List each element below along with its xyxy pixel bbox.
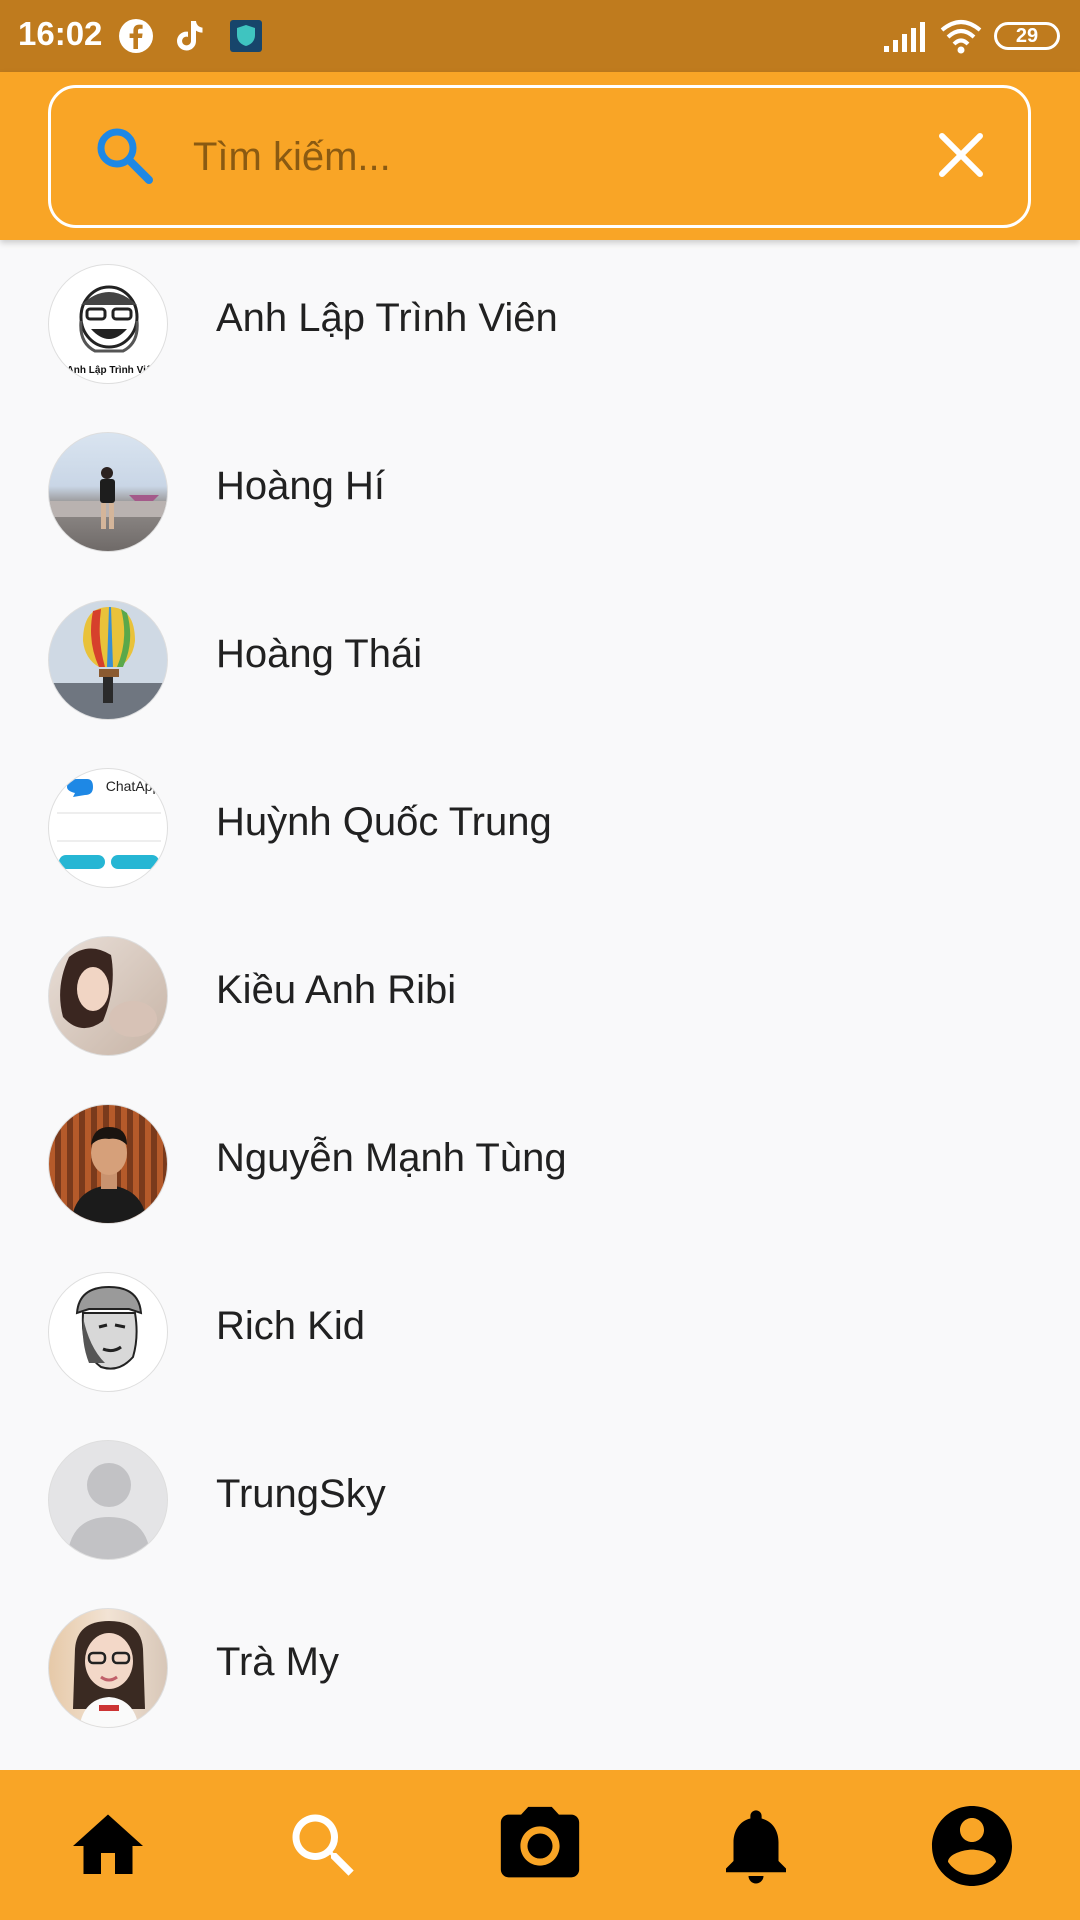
contact-name: Hoàng Hí [216,464,385,508]
search-icon [292,1814,354,1876]
nav-notifications[interactable] [702,1792,810,1900]
avatar [48,1608,168,1728]
avatar [48,1272,168,1392]
camera-icon [500,1806,580,1878]
avatar: Anh Lập Trình Viê [48,264,168,384]
list-item[interactable]: Nguyễn Mạnh Tùng [0,1080,1080,1248]
contact-name: Hoàng Thái [216,632,423,676]
avatar [48,600,168,720]
avatar [48,1104,168,1224]
avatar-caption: ChatApp [106,778,161,794]
contact-name: Anh Lập Trình Viên [216,296,558,340]
list-item[interactable]: Hoàng Hí [0,408,1080,576]
search-icon [97,128,153,184]
contact-name: TrungSky [216,1472,386,1516]
tiktok-icon [177,21,203,51]
home-icon [73,1814,143,1874]
app-bar [0,72,1080,240]
cellular-signal-icon [884,22,925,52]
list-item[interactable]: Trà My [0,1584,1080,1752]
wifi-icon [940,20,982,54]
list-item[interactable]: Hoàng Thái [0,576,1080,744]
bottom-navigation [0,1770,1080,1920]
contact-name: Nguyễn Mạnh Tùng [216,1136,567,1180]
contact-name: Trà My [216,1640,339,1684]
avatar [48,936,168,1056]
contact-name: Kiều Anh Ribi [216,968,457,1012]
default-avatar [48,1440,168,1560]
avatar-caption: Anh Lập Trình Viê [67,365,152,376]
vpn-shield-icon [230,20,262,52]
search-input[interactable] [191,118,955,196]
list-item[interactable]: TrungSky [0,1416,1080,1584]
status-time: 16:02 [18,15,103,52]
bell-icon [726,1810,786,1884]
contact-name: Huỳnh Quốc Trung [216,800,552,844]
contact-name: Rich Kid [216,1304,365,1348]
search-results-list: Anh Lập Trình Viê Anh Lập Trình Viên Hoà… [0,240,1080,1752]
search-box[interactable] [48,85,1031,228]
list-item[interactable]: Kiều Anh Ribi [0,912,1080,1080]
status-bar: 16:02 29 [0,0,1080,72]
nav-camera[interactable] [486,1792,594,1900]
battery-indicator: 29 [994,22,1060,50]
close-icon[interactable] [936,130,986,180]
nav-profile[interactable] [918,1792,1026,1900]
facebook-icon [119,19,153,53]
list-item[interactable]: ChatApp Huỳnh Quốc Trung [0,744,1080,912]
list-item[interactable]: Anh Lập Trình Viê Anh Lập Trình Viên [0,240,1080,408]
account-icon [932,1806,1012,1886]
nav-home[interactable] [54,1792,162,1900]
avatar [48,432,168,552]
nav-search[interactable] [270,1792,378,1900]
avatar: ChatApp [48,768,168,888]
list-item[interactable]: Rich Kid [0,1248,1080,1416]
